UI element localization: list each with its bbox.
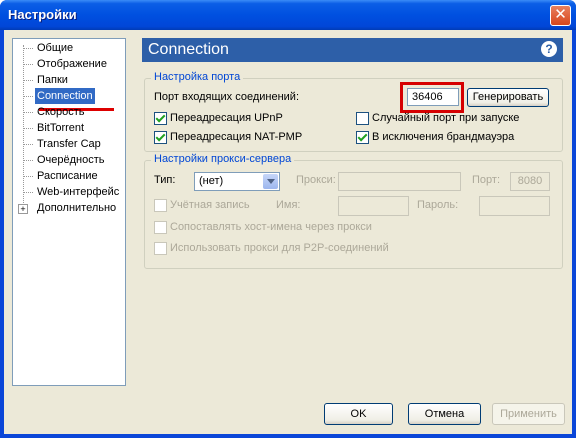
help-icon[interactable]: ? — [541, 41, 557, 57]
port-group-title: Настройка порта — [151, 71, 244, 83]
tree-connector-line — [23, 45, 24, 207]
close-button[interactable]: ✕ — [550, 5, 571, 26]
proxy-port-input[interactable]: 8080 — [510, 172, 550, 191]
panel-title: Connection — [148, 41, 229, 58]
random-port-label: Случайный порт при запуске — [372, 112, 520, 124]
natpmp-checkbox[interactable] — [154, 131, 167, 144]
proxy-host-label: Прокси: — [296, 174, 336, 186]
panel-header: Connection ? — [142, 38, 563, 62]
proxy-password-input[interactable] — [479, 196, 550, 216]
proxy-username-input[interactable] — [338, 196, 409, 216]
random-port-checkbox[interactable] — [356, 112, 369, 125]
settings-tree: Общие Отображение Папки Connection Скоро… — [12, 38, 126, 386]
p2p-proxy-label: Использовать прокси для P2P-соединений — [170, 242, 389, 254]
apply-button[interactable]: Применить — [492, 403, 565, 425]
connection-panel: Connection ? Настройка порта Порт входящ… — [142, 38, 563, 384]
chevron-down-icon[interactable] — [263, 174, 278, 189]
firewall-exception-checkbox[interactable] — [356, 131, 369, 144]
proxy-username-label: Имя: — [276, 199, 301, 211]
dialog-body: Общие Отображение Папки Connection Скоро… — [4, 30, 572, 434]
proxy-auth-label: Учётная запись — [170, 199, 250, 211]
firewall-exception-label: В исключения брандмауэра — [372, 131, 515, 143]
proxy-type-value: (нет) — [199, 175, 224, 187]
proxy-settings-group: Настройки прокси-сервера Тип: (нет) Прок… — [144, 153, 563, 269]
window-title: Настройки — [8, 7, 77, 22]
settings-window: Настройки ✕ Общие Отображение Папки Conn… — [0, 0, 576, 438]
incoming-port-label: Порт входящих соединений: — [154, 91, 300, 103]
incoming-port-input[interactable]: 36406 — [407, 88, 459, 106]
proxy-type-label: Тип: — [154, 174, 176, 186]
upnp-checkbox[interactable] — [154, 112, 167, 125]
generate-port-button[interactable]: Генерировать — [467, 88, 549, 107]
proxy-host-input[interactable] — [338, 172, 461, 191]
ok-button[interactable]: OK — [324, 403, 393, 425]
proxy-type-select[interactable]: (нет) — [194, 172, 280, 191]
proxy-group-title: Настройки прокси-сервера — [151, 153, 295, 165]
resolve-hostnames-label: Сопоставлять хост-имена через прокси — [170, 221, 372, 233]
natpmp-label: Переадресация NAT-PMP — [170, 131, 303, 143]
proxy-auth-checkbox[interactable] — [154, 199, 167, 212]
port-settings-group: Настройка порта Порт входящих соединений… — [144, 71, 563, 152]
cancel-button[interactable]: Отмена — [408, 403, 481, 425]
proxy-password-label: Пароль: — [417, 199, 459, 211]
resolve-hostnames-checkbox[interactable] — [154, 221, 167, 234]
upnp-label: Переадресация UPnP — [170, 112, 283, 124]
p2p-proxy-checkbox[interactable] — [154, 242, 167, 255]
expand-plus-icon[interactable]: + — [18, 204, 28, 214]
title-bar[interactable]: Настройки ✕ — [0, 0, 576, 30]
proxy-port-label: Порт: — [472, 174, 500, 186]
